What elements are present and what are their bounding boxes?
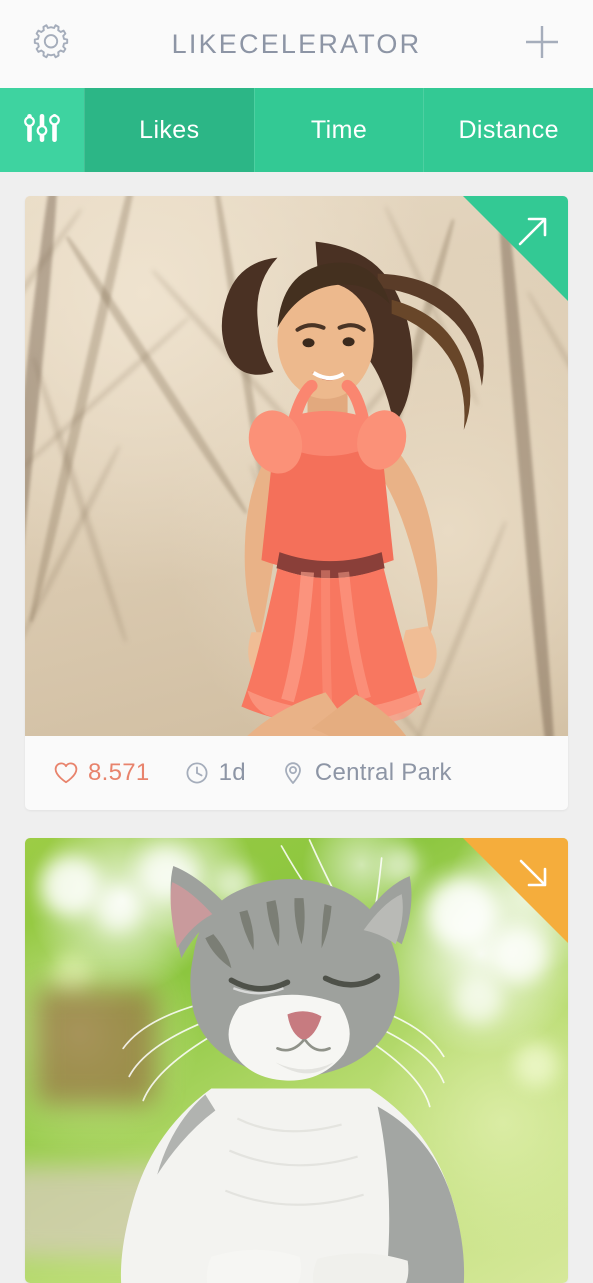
meta-likes[interactable]: 8.571 [53,759,150,787]
tab-likes-label: Likes [139,115,200,144]
location-value: Central Park [314,759,452,786]
photo-feed: 8.571 1d Central Park [0,172,593,1283]
photo-cat[interactable] [25,838,568,1283]
page-title: LIKECELERATOR [171,28,422,59]
time-value: 1d [218,759,246,786]
app-header: LIKECELERATOR [0,0,593,88]
gear-icon [31,22,71,67]
meta-time[interactable]: 1d [184,759,246,787]
likes-count: 8.571 [88,759,150,786]
photo-woman-jumping[interactable] [25,196,568,736]
trend-badge-down[interactable] [463,838,568,943]
filter-button[interactable] [0,88,84,172]
settings-button[interactable] [22,15,80,73]
feed-card[interactable]: 8.571 1d Central Park [25,196,568,810]
tab-time-label: Time [310,115,368,144]
sliders-filter-icon [19,105,65,156]
plus-icon [520,20,564,69]
tab-distance[interactable]: Distance [423,88,593,172]
card-meta: 8.571 1d Central Park [25,736,568,810]
meta-location[interactable]: Central Park [280,759,452,787]
sort-tabbar: Likes Time Distance [0,88,593,172]
arrow-up-right-icon [514,212,552,250]
tab-likes[interactable]: Likes [84,88,254,172]
add-button[interactable] [513,15,571,73]
tab-time[interactable]: Time [253,88,424,172]
feed-card[interactable] [25,838,568,1283]
tab-distance-label: Distance [458,115,559,144]
map-pin-icon [280,760,306,786]
clock-icon [184,760,210,786]
arrow-down-right-icon [514,854,552,892]
trend-badge-up[interactable] [463,196,568,301]
heart-icon [53,760,79,786]
